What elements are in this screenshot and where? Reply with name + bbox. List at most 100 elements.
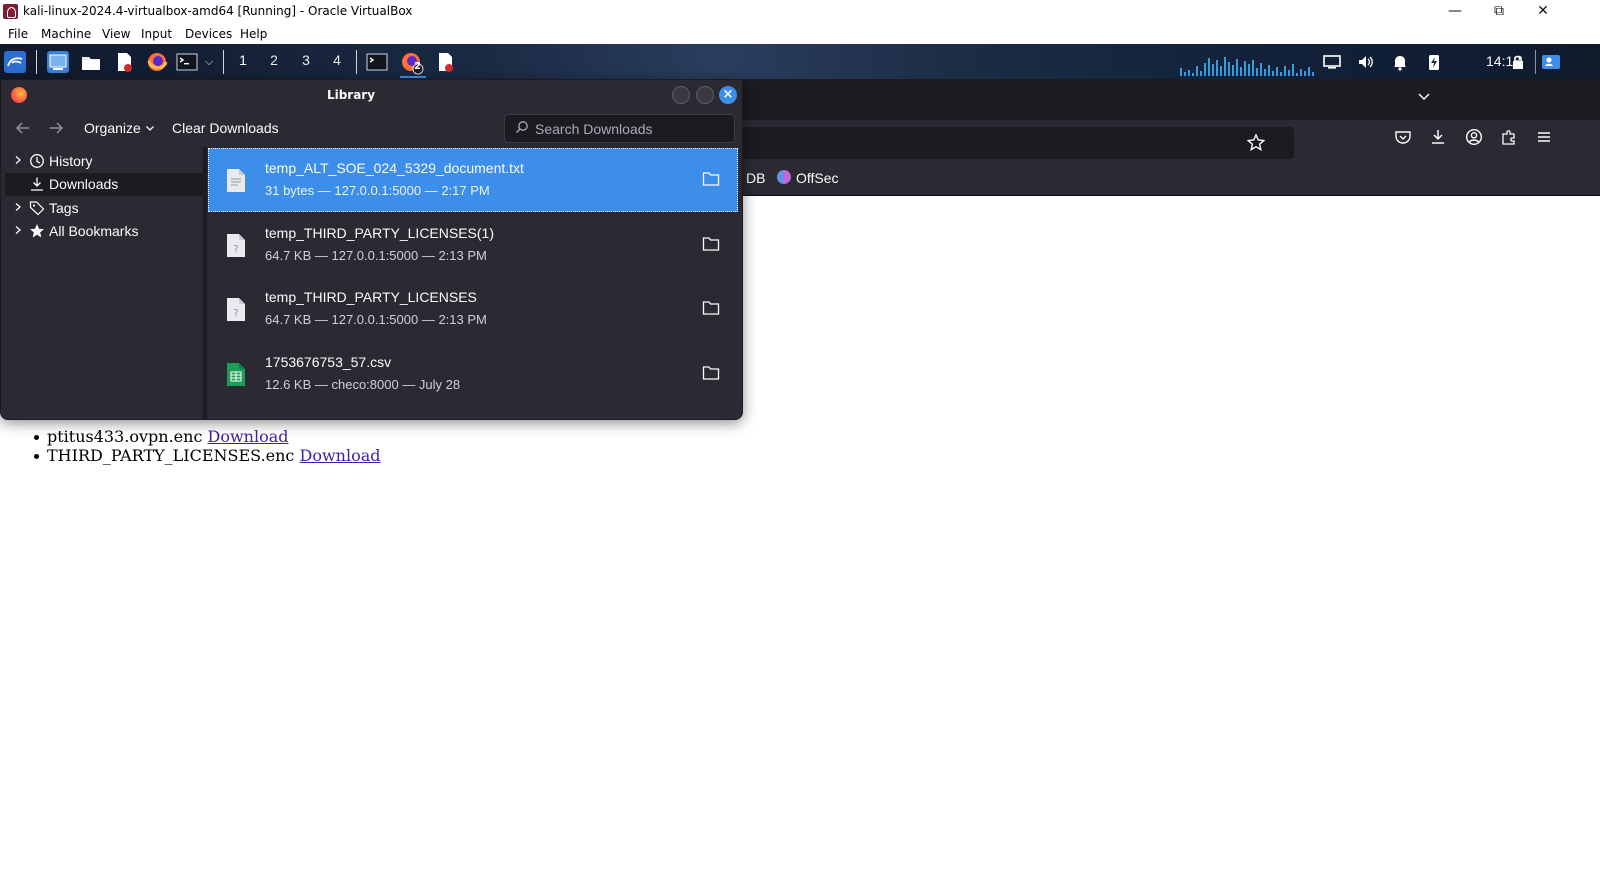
bookmarks-toolbar [742, 163, 1600, 196]
show-desktop-icon[interactable] [47, 51, 69, 73]
terminal-icon[interactable] [176, 51, 198, 73]
offsec-favicon-icon [777, 170, 791, 184]
sidebar-item-label: All Bookmarks [49, 223, 139, 239]
close-icon[interactable]: × [719, 86, 737, 104]
downloads-arrow-icon[interactable] [1425, 128, 1451, 154]
forward-arrow-icon[interactable] [46, 118, 66, 138]
folder-icon[interactable] [702, 236, 720, 252]
menu-machine[interactable]: Machine [41, 27, 91, 41]
chevron-down-icon[interactable]: ⌵ [202, 51, 216, 73]
download-link[interactable]: Download [208, 427, 289, 446]
download-item[interactable]: ? temp_THIRD_PARTY_LICENSES 64.7 KB — 12… [208, 277, 738, 341]
chevron-down-icon [145, 126, 154, 131]
power-manager-icon[interactable] [1424, 52, 1444, 72]
user-switch-icon[interactable] [1540, 52, 1562, 72]
workspace-1[interactable]: 1 [231, 52, 255, 68]
hamburger-menu-icon[interactable] [1531, 128, 1557, 154]
download-filename: 1753676753_57.csv [265, 354, 392, 370]
library-sidebar: History Downloads Tags All Bookmarks [1, 147, 203, 419]
kali-top-panel: ⌵ 1 2 3 4 2 14:18 [0, 44, 1600, 79]
firefox-window-icon[interactable]: 2 [400, 51, 424, 75]
panel-separator [1535, 50, 1536, 74]
sidebar-item-history[interactable]: History [5, 150, 203, 173]
bookmark-offsec[interactable]: OffSec [796, 170, 839, 186]
window-title: kali-linux-2024.4-virtualbox-amd64 [Runn… [23, 4, 413, 18]
clock-icon [30, 154, 44, 168]
expand-chevron-icon[interactable] [14, 225, 24, 237]
search-box[interactable] [504, 114, 735, 143]
firefox-icon[interactable] [146, 51, 168, 73]
unknown-file-icon: ? [227, 234, 245, 257]
download-item[interactable]: 1753676753_57.csv 12.6 KB — checo:8000 —… [208, 342, 738, 406]
sidebar-item-tags[interactable]: Tags [5, 197, 203, 220]
download-details: 64.7 KB — 127.0.0.1:5000 — 2:13 PM [265, 312, 487, 327]
organize-menu-button[interactable]: Organize [84, 120, 155, 136]
sidebar-item-downloads[interactable]: Downloads [5, 173, 203, 196]
menu-help[interactable]: Help [240, 27, 267, 41]
list-item: ptitus433.ovpn.enc Download [33, 427, 380, 446]
sidebar-item-label: Tags [49, 200, 79, 216]
terminal-window-icon[interactable] [366, 51, 388, 73]
url-bar[interactable] [742, 127, 1294, 159]
folder-icon[interactable] [702, 171, 720, 187]
kali-menu-icon[interactable] [4, 51, 26, 73]
notifications-bell-icon[interactable] [1390, 52, 1410, 72]
clear-downloads-button[interactable]: Clear Downloads [172, 120, 279, 136]
sidebar-item-all-bookmarks[interactable]: All Bookmarks [5, 220, 203, 243]
file-name: THIRD_PARTY_LICENSES.enc [47, 446, 295, 465]
lock-screen-icon[interactable] [1508, 52, 1528, 72]
menu-input[interactable]: Input [141, 27, 172, 41]
panel-separator [356, 50, 357, 74]
menu-view[interactable]: View [102, 27, 130, 41]
search-input[interactable] [535, 119, 730, 139]
file-manager-icon[interactable] [80, 51, 102, 73]
expand-chevron-icon[interactable] [14, 155, 24, 167]
folder-icon[interactable] [702, 300, 720, 316]
download-link[interactable]: Download [299, 446, 380, 465]
bookmark-db[interactable]: DB [746, 170, 765, 186]
download-item[interactable]: ? temp_THIRD_PARTY_LICENSES(1) 64.7 KB —… [208, 213, 738, 277]
volume-icon[interactable] [1356, 52, 1376, 72]
extensions-puzzle-icon[interactable] [1496, 128, 1522, 154]
account-icon[interactable] [1461, 128, 1487, 154]
download-filename: temp_THIRD_PARTY_LICENSES(1) [265, 225, 494, 241]
workspace-2[interactable]: 2 [262, 52, 286, 68]
download-filename: temp_THIRD_PARTY_LICENSES [265, 289, 477, 305]
library-titlebar[interactable]: Library × [1, 80, 742, 110]
menu-file[interactable]: File [8, 27, 28, 41]
pocket-icon[interactable] [1390, 128, 1416, 154]
tag-icon [29, 201, 45, 216]
search-icon [516, 121, 528, 133]
restore-button[interactable]: ⧉ [1476, 0, 1522, 23]
menu-devices[interactable]: Devices [185, 27, 232, 41]
download-details: 31 bytes — 127.0.0.1:5000 — 2:17 PM [265, 183, 490, 198]
workspace-3[interactable]: 3 [294, 52, 318, 68]
text-editor-window-icon[interactable] [434, 51, 456, 73]
library-toolbar: Organize Clear Downloads [1, 110, 742, 147]
download-icon [31, 177, 43, 191]
list-all-tabs-chevron-icon[interactable] [1411, 87, 1437, 113]
sidebar-item-label: Downloads [49, 176, 119, 192]
download-item[interactable]: temp_ALT_SOE_024_5329_document.txt 31 by… [208, 148, 738, 212]
sidebar-item-label: History [49, 153, 93, 169]
library-window: Library × Organize Clear Downloads Histo… [0, 79, 743, 420]
back-arrow-icon[interactable] [13, 118, 33, 138]
display-icon[interactable] [1322, 52, 1342, 72]
spreadsheet-file-icon [227, 363, 245, 386]
cpu-graph-icon [1180, 57, 1314, 76]
workspace-4[interactable]: 4 [325, 52, 349, 68]
url-bar-star-icon[interactable] [1245, 132, 1267, 154]
panel-separator [36, 50, 37, 74]
close-window-button[interactable]: ✕ [1520, 0, 1566, 23]
minimize-circle-button[interactable] [672, 86, 690, 104]
minimize-button[interactable]: — [1432, 0, 1478, 23]
unknown-file-icon: ? [227, 298, 245, 321]
folder-icon[interactable] [702, 365, 720, 381]
star-icon [30, 224, 44, 238]
download-details: 12.6 KB — checo:8000 — July 28 [265, 377, 461, 392]
maximize-circle-button[interactable] [696, 86, 714, 104]
text-editor-icon[interactable] [113, 51, 135, 73]
vbox-titlebar: kali-linux-2024.4-virtualbox-amd64 [Runn… [0, 0, 1600, 23]
active-window-indicator [400, 76, 426, 78]
expand-chevron-icon[interactable] [14, 202, 24, 214]
